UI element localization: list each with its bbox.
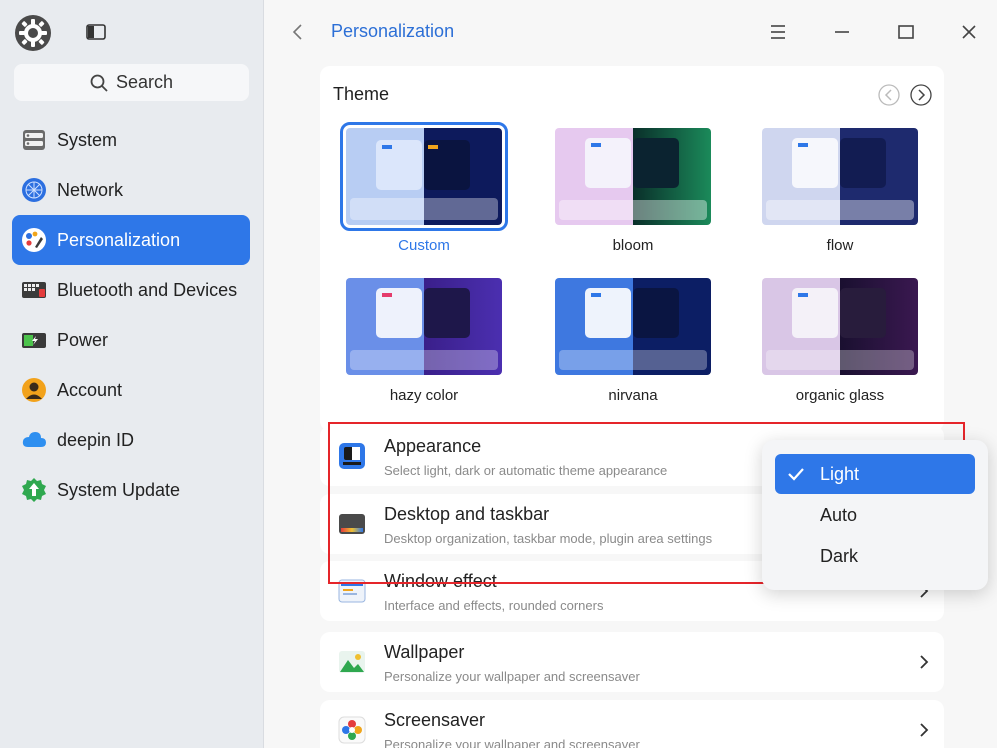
maximize-icon[interactable] (894, 20, 918, 44)
option-label: Dark (820, 545, 859, 566)
back-icon[interactable] (288, 22, 308, 42)
sidebar-item-label: Account (57, 379, 123, 400)
sidebar-item-deepin-id[interactable]: deepin ID (12, 415, 250, 465)
sidebar-toggle-icon[interactable] (86, 24, 106, 40)
theme-thumbnail (346, 278, 502, 375)
sidebar-item-system-update[interactable]: System Update (12, 465, 250, 515)
breadcrumb: Personalization (331, 21, 455, 41)
option-label: Auto (820, 504, 858, 525)
screensaver-icon (338, 716, 366, 744)
wallpaper-icon (339, 651, 365, 673)
search-icon (90, 74, 108, 92)
theme-organic-glass[interactable]: organic glass (760, 278, 920, 404)
update-icon (22, 478, 46, 502)
dropdown-option-dark[interactable]: Dark (775, 536, 975, 576)
appearance-icon (339, 443, 365, 469)
row-description: Interface and effects, rounded corners (384, 598, 604, 613)
sidebar-item-personalization[interactable]: Personalization (12, 215, 250, 265)
sidebar-item-bluetooth-devices[interactable]: Bluetooth and Devices (12, 265, 250, 315)
row-description: Desktop organization, taskbar mode, plug… (384, 531, 713, 546)
theme-thumbnail (340, 122, 508, 231)
theme-custom[interactable]: Custom (340, 122, 508, 254)
close-icon[interactable] (957, 20, 981, 44)
appearance-dropdown: Light Auto Dark (762, 440, 988, 590)
row-description: Personalize your wallpaper and screensav… (384, 669, 640, 684)
dropdown-option-auto[interactable]: Auto (775, 495, 975, 535)
sidebar-item-label: System Update (57, 479, 181, 500)
theme-thumbnail (555, 278, 711, 375)
menu-icon[interactable] (766, 20, 790, 44)
theme-name: hazy color (389, 387, 459, 404)
chevron-right-icon[interactable] (910, 84, 932, 106)
option-label: Light (820, 463, 860, 484)
theme-flow[interactable]: flow (760, 128, 920, 254)
sidebar-item-label: Power (57, 329, 109, 350)
system-icon (23, 130, 45, 150)
sidebar-item-label: Personalization (57, 229, 181, 250)
chevron-left-icon[interactable] (878, 84, 900, 106)
theme-thumbnail (762, 278, 918, 375)
network-icon (22, 178, 46, 202)
chevron-right-icon (920, 723, 929, 737)
row-title: Wallpaper (384, 642, 465, 662)
row-description: Select light, dark or automatic theme ap… (384, 463, 668, 478)
theme-nirvana[interactable]: nirvana (553, 278, 713, 404)
row-description: Personalize your wallpaper and screensav… (384, 737, 640, 748)
screensaver-row[interactable]: Screensaver Personalize your wallpaper a… (320, 700, 944, 748)
wallpaper-row[interactable]: Wallpaper Personalize your wallpaper and… (320, 632, 944, 692)
theme-name: organic glass (795, 387, 885, 404)
theme-title: Theme (333, 84, 390, 104)
theme-thumbnail (762, 128, 918, 225)
search-input[interactable]: Search (14, 64, 249, 101)
chevron-right-icon (920, 655, 929, 669)
cloud-icon (22, 432, 46, 447)
content-area: Theme Custom bloom flow hazy color nirva… (264, 64, 997, 748)
sidebar: Search System Network Personalization Bl… (0, 0, 264, 748)
sidebar-item-label: Bluetooth and Devices (57, 279, 238, 300)
row-title: Desktop and taskbar (384, 504, 550, 524)
dropdown-option-light[interactable]: Light (775, 454, 975, 494)
theme-name: flow (826, 237, 854, 254)
theme-name: Custom (398, 237, 450, 254)
window-effect-icon (338, 579, 366, 603)
theme-thumbnail (555, 128, 711, 225)
row-title: Screensaver (384, 710, 486, 730)
title-bar: Personalization (264, 0, 997, 64)
theme-hazy-color[interactable]: hazy color (344, 278, 504, 404)
sidebar-item-label: System (57, 129, 118, 150)
personalization-icon (22, 228, 46, 252)
minimize-icon[interactable] (830, 20, 854, 44)
sidebar-item-network[interactable]: Network (12, 165, 250, 215)
theme-name: nirvana (608, 387, 658, 404)
bluetooth-devices-icon (22, 282, 46, 298)
theme-bloom[interactable]: bloom (553, 128, 713, 254)
sidebar-item-label: Network (57, 179, 124, 200)
sidebar-nav: System Network Personalization Bluetooth… (12, 115, 250, 515)
taskbar-icon (339, 514, 365, 534)
settings-app-icon (15, 15, 51, 51)
power-icon (22, 333, 46, 348)
account-icon (22, 378, 46, 402)
check-icon (788, 468, 804, 481)
row-title: Window effect (384, 571, 497, 591)
search-placeholder: Search (115, 72, 174, 92)
theme-card: Theme Custom bloom flow hazy color nirva… (320, 66, 944, 431)
sidebar-item-label: deepin ID (57, 429, 135, 450)
theme-name: bloom (612, 237, 654, 254)
row-title: Appearance (384, 436, 482, 456)
sidebar-item-account[interactable]: Account (12, 365, 250, 415)
sidebar-item-system[interactable]: System (12, 115, 250, 165)
sidebar-item-power[interactable]: Power (12, 315, 250, 365)
